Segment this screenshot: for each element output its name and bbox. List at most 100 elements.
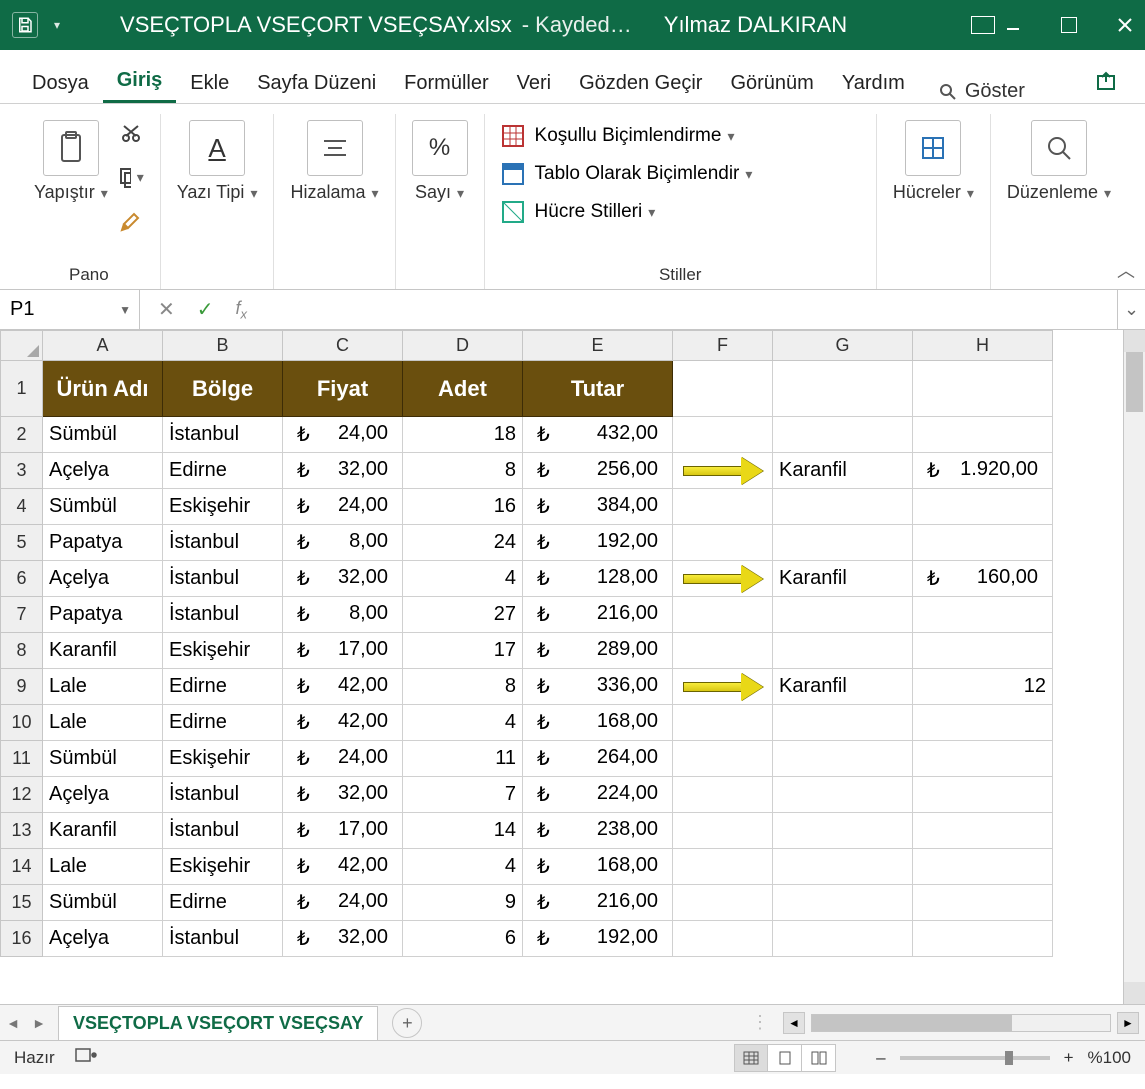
cell[interactable] [913, 921, 1053, 957]
tell-me-search[interactable]: Göster [939, 80, 1025, 103]
cell[interactable]: Açelya [43, 777, 163, 813]
font-button[interactable]: A Yazı Tipi [177, 114, 258, 203]
cell[interactable]: ₺42,00 [283, 705, 403, 741]
tab-formüller[interactable]: Formüller [390, 64, 502, 103]
cell[interactable] [673, 777, 773, 813]
table-header[interactable]: Tutar [523, 361, 673, 417]
cell[interactable] [913, 361, 1053, 417]
cell[interactable]: 4 [403, 849, 523, 885]
row-header-10[interactable]: 10 [1, 705, 43, 741]
table-header[interactable]: Fiyat [283, 361, 403, 417]
cell[interactable]: 4 [403, 561, 523, 597]
cell[interactable]: 8 [403, 453, 523, 489]
cell[interactable] [773, 921, 913, 957]
cells-button[interactable]: Hücreler [893, 114, 974, 203]
qat-customize-icon[interactable]: ▾ [54, 18, 60, 32]
cell[interactable]: ₺168,00 [523, 705, 673, 741]
conditional-formatting-button[interactable]: Koşullu Biçimlendirme [501, 124, 753, 148]
cell[interactable]: Sümbül [43, 885, 163, 921]
cell[interactable] [673, 921, 773, 957]
cell-styles-button[interactable]: Hücre Stilleri [501, 200, 753, 224]
cell[interactable]: ₺289,00 [523, 633, 673, 669]
cell[interactable]: Karanfil [43, 633, 163, 669]
sheet-grid[interactable]: ABCDEFGH1Ürün AdıBölgeFiyatAdetTutar2Süm… [0, 330, 1145, 1004]
side-value[interactable]: Karanfil [773, 561, 913, 597]
cell[interactable] [773, 361, 913, 417]
cell[interactable]: Lale [43, 849, 163, 885]
cell[interactable]: Papatya [43, 525, 163, 561]
row-header-1[interactable]: 1 [1, 361, 43, 417]
tab-veri[interactable]: Veri [503, 64, 565, 103]
scroll-up-icon[interactable] [1124, 330, 1145, 352]
tab-gözden-geçir[interactable]: Gözden Geçir [565, 64, 716, 103]
cell[interactable]: İstanbul [163, 417, 283, 453]
cell[interactable] [673, 885, 773, 921]
cell[interactable]: Eskişehir [163, 633, 283, 669]
cell[interactable] [913, 849, 1053, 885]
cell[interactable] [913, 777, 1053, 813]
view-page-layout-icon[interactable] [768, 1044, 802, 1072]
cell[interactable]: ₺216,00 [523, 885, 673, 921]
cell[interactable] [773, 597, 913, 633]
table-header[interactable]: Adet [403, 361, 523, 417]
row-header-11[interactable]: 11 [1, 741, 43, 777]
cell[interactable]: ₺42,00 [283, 669, 403, 705]
cell[interactable]: ₺224,00 [523, 777, 673, 813]
view-page-break-icon[interactable] [802, 1044, 836, 1072]
add-sheet-button[interactable]: + [392, 1008, 422, 1038]
side-header[interactable]: Toplam [913, 417, 1053, 453]
cell[interactable] [673, 417, 773, 453]
cell[interactable]: ₺8,00 [283, 597, 403, 633]
cell[interactable] [773, 777, 913, 813]
cell[interactable]: ₺264,00 [523, 741, 673, 777]
cell[interactable]: Edirne [163, 453, 283, 489]
number-button[interactable]: % Sayı [412, 114, 468, 203]
cell[interactable]: ₺384,00 [523, 489, 673, 525]
expand-formula-icon[interactable]: ⌄ [1117, 290, 1145, 329]
tab-giriş[interactable]: Giriş [103, 61, 177, 103]
cell[interactable] [673, 741, 773, 777]
cell[interactable]: 14 [403, 813, 523, 849]
cell[interactable]: ₺32,00 [283, 453, 403, 489]
copy-icon[interactable] [118, 164, 144, 190]
cell[interactable] [913, 597, 1053, 633]
row-header-15[interactable]: 15 [1, 885, 43, 921]
alignment-button[interactable]: Hizalama [290, 114, 378, 203]
cell[interactable]: Eskişehir [163, 489, 283, 525]
cell[interactable]: Eskişehir [163, 849, 283, 885]
cell[interactable] [673, 849, 773, 885]
side-value[interactable]: ₺160,00 [913, 561, 1053, 597]
zoom-level[interactable]: %100 [1088, 1048, 1131, 1068]
cell[interactable] [673, 633, 773, 669]
table-header[interactable]: Bölge [163, 361, 283, 417]
cell[interactable]: İstanbul [163, 561, 283, 597]
cell[interactable]: 16 [403, 489, 523, 525]
row-header-14[interactable]: 14 [1, 849, 43, 885]
cell[interactable]: 7 [403, 777, 523, 813]
namebox-dropdown-icon[interactable]: ▼ [119, 303, 131, 317]
cell[interactable] [673, 813, 773, 849]
cell[interactable]: 8 [403, 669, 523, 705]
maximize-button[interactable] [1061, 17, 1077, 33]
cell[interactable] [773, 489, 913, 525]
sheet-tab-active[interactable]: VSEÇTOPLA VSEÇORT VSEÇSAY [58, 1006, 378, 1040]
cell[interactable] [773, 849, 913, 885]
cell[interactable] [913, 705, 1053, 741]
cell[interactable]: ₺8,00 [283, 525, 403, 561]
cell[interactable]: Lale [43, 705, 163, 741]
col-header-E[interactable]: E [523, 331, 673, 361]
cell[interactable]: Papatya [43, 597, 163, 633]
cell[interactable]: ₺256,00 [523, 453, 673, 489]
side-value[interactable]: Karanfil [773, 453, 913, 489]
side-header[interactable]: Ürün Adı [773, 633, 913, 669]
cell[interactable]: 4 [403, 705, 523, 741]
cell[interactable]: 18 [403, 417, 523, 453]
cell[interactable] [913, 885, 1053, 921]
row-header-7[interactable]: 7 [1, 597, 43, 633]
cell[interactable]: ₺24,00 [283, 741, 403, 777]
tab-dosya[interactable]: Dosya [18, 64, 103, 103]
zoom-in-button[interactable]: + [1064, 1048, 1074, 1068]
cell[interactable]: ₺238,00 [523, 813, 673, 849]
col-header-B[interactable]: B [163, 331, 283, 361]
cell[interactable]: 24 [403, 525, 523, 561]
